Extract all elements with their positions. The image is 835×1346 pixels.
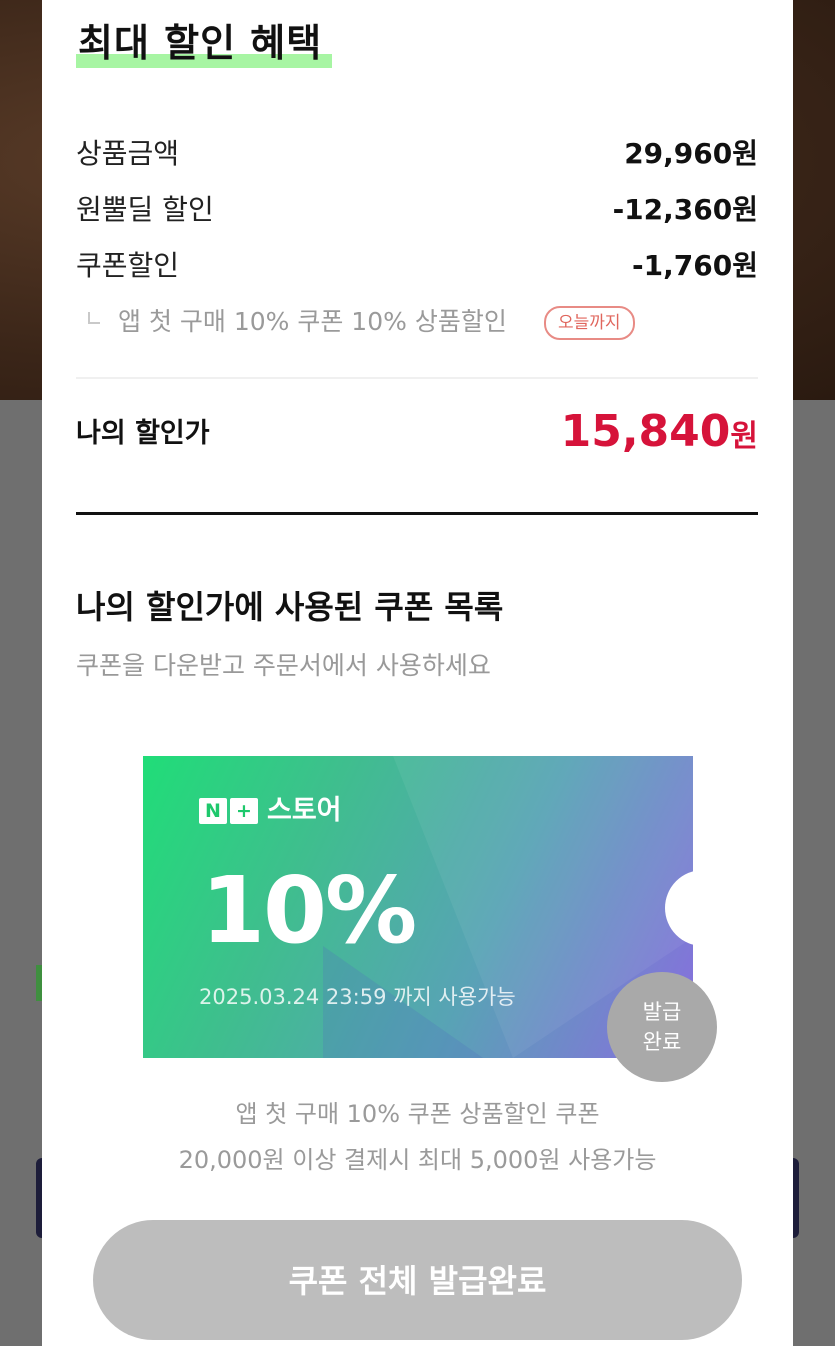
issued-status-line2: 완료 [642,1030,682,1054]
price-row-value: -1,760원 [632,249,758,282]
naver-plus-store-logo: N + 스토어 [199,796,342,826]
sheet-title: 최대 할인 혜택 [76,18,333,68]
logo-plus-icon: + [230,798,258,824]
coupon-expiry: 2025.03.24 23:59 까지 사용가능 [199,985,516,1009]
issued-status-badge: 발급 완료 [607,972,717,1082]
price-row-deal-discount: 원뿔딜 할인 -12,360원 [76,190,758,230]
section-divider [76,512,758,515]
coupon-description-line1: 앱 첫 구매 10% 쿠폰 상품할인 쿠폰 [235,1100,600,1128]
discount-benefit-sheet: 최대 할인 혜택 상품금액 29,960원 원뿔딜 할인 -12,360원 쿠폰… [42,0,793,1346]
price-row-label: 쿠폰할인 [76,249,180,282]
my-price-unit: 원 [730,419,758,454]
issued-status-line1: 발급 [642,1000,682,1024]
coupon-discount-percent: 10% [201,857,417,964]
logo-n-icon: N [199,798,227,824]
coupon-list-title: 나의 할인가에 사용된 쿠폰 목록 [76,588,504,626]
price-row-coupon-discount: 쿠폰할인 -1,760원 [76,246,758,286]
my-price-number: 15,840 [560,406,731,457]
issue-all-coupons-button[interactable]: 쿠폰 전체 발급완료 [93,1220,742,1340]
today-only-badge: 오늘까지 [544,306,635,340]
price-row-label: 상품금액 [76,137,180,170]
price-row-value: 29,960원 [624,137,758,170]
divider [76,377,758,379]
coupon-list-subtitle: 쿠폰을 다운받고 주문서에서 사용하세요 [76,651,491,680]
price-row-product: 상품금액 29,960원 [76,134,758,174]
price-row-value: -12,360원 [612,193,758,226]
sub-item-corner-icon [88,312,100,324]
my-price-value: 15,840원 [561,402,758,471]
my-price-label: 나의 할인가 [76,418,210,449]
coupon-detail-text: 앱 첫 구매 10% 쿠폰 10% 상품할인 [118,307,507,336]
logo-store-text: 스토어 [267,795,342,826]
coupon-description-line2: 20,000원 이상 결제시 최대 5,000원 사용가능 [178,1146,657,1174]
price-row-label: 원뿔딜 할인 [76,193,214,226]
